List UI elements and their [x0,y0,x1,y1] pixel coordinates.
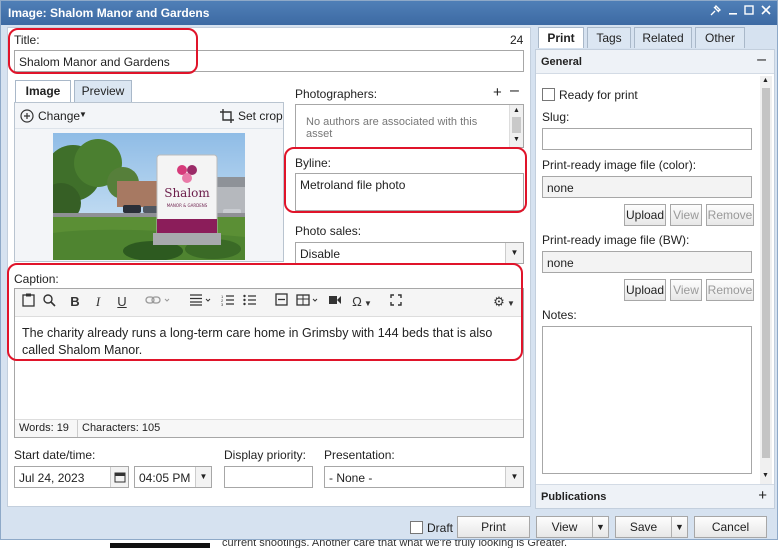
view-button[interactable]: View ▼ [536,516,609,538]
general-header-text: General [541,56,582,68]
word-count: Words: 19 [19,422,69,434]
presentation-label: Presentation: [324,448,395,462]
add-circle-icon[interactable] [20,109,34,125]
bw-file-value: none [547,256,574,270]
chevron-down-icon[interactable]: ▼ [195,467,211,487]
presentation-value: - None - [329,471,373,485]
photographers-label: Photographers: [295,87,378,101]
chevron-down-icon[interactable]: ▼ [671,517,687,537]
crop-icon[interactable] [220,109,234,126]
photographers-list[interactable]: No authors are associated with this asse… [295,104,524,148]
maximize-icon[interactable] [741,4,757,20]
right-panel: General – Ready for print Slug: Print-re… [535,49,775,509]
dialog-titlebar[interactable]: Image: Shalom Manor and Gardens [1,1,777,25]
remove-color-button[interactable]: Remove [706,204,754,226]
start-time-input[interactable]: 04:05 PM ▼ [134,466,212,488]
publications-header-text: Publications [541,491,607,503]
start-datetime-label: Start date/time: [14,448,96,462]
image-toolbar: Change ▼ Set crop [15,103,283,129]
tab-other[interactable]: Other [695,27,745,48]
dialog-title: Image: Shalom Manor and Gardens [8,6,210,20]
display-priority-input[interactable] [224,466,313,488]
tab-image[interactable]: Image [15,80,71,102]
char-count: Characters: 105 [82,422,161,434]
minimize-icon[interactable] [725,4,741,20]
ready-for-print-checkbox[interactable] [542,88,555,101]
tab-preview[interactable]: Preview [74,80,132,102]
save-button-label: Save [629,520,658,534]
background-bar [110,543,210,548]
chevron-down-icon[interactable]: ▼ [592,517,608,537]
expand-icon[interactable]: + [758,487,767,504]
dialog-footer: Draft Print View ▼ Save ▼ Cancel [1,509,777,541]
draft-label: Draft [427,521,454,535]
view-color-button[interactable]: View [670,204,702,226]
tab-print[interactable]: Print [538,27,584,48]
image-pane: Change ▼ Set crop Shalom MANOR & GARDENS [14,102,284,262]
slug-input[interactable] [542,128,752,150]
photographers-scrollbar[interactable]: ▲ ▼ [509,105,523,147]
set-crop-button[interactable]: Set crop [238,109,283,123]
caption-status-bar: Words: 19 Characters: 105 [15,419,523,437]
chevron-down-icon[interactable]: ▼ [505,467,523,487]
background-text: current shootings. Another care that wha… [222,540,568,548]
tab-related[interactable]: Related [634,27,692,48]
presentation-select[interactable]: - None - ▼ [324,466,524,488]
start-time-value: 04:05 PM [139,471,191,485]
photo-thumbnail[interactable]: Shalom MANOR & GARDENS [53,133,245,260]
photo-sales-select[interactable]: Disable ▼ [295,242,524,264]
save-button[interactable]: Save ▼ [615,516,688,538]
start-date-input[interactable]: Jul 24, 2023 [14,466,129,488]
annotation-caption [7,263,523,361]
pin-icon[interactable] [707,4,723,20]
chevron-down-icon[interactable]: ▼ [79,110,87,119]
add-photographer-icon[interactable]: + [493,84,502,101]
remove-photographer-icon[interactable]: – [510,82,519,100]
photo-sales-label: Photo sales: [295,224,362,238]
background-page: current shootings. Another care that wha… [0,540,778,548]
upload-color-button[interactable]: Upload [624,204,666,226]
image-dialog: Image: Shalom Manor and Gardens Title: 2… [0,0,778,540]
remove-bw-button[interactable]: Remove [706,279,754,301]
svg-text:MANOR & GARDENS: MANOR & GARDENS [167,203,208,208]
svg-text:Shalom: Shalom [164,186,210,200]
photographers-empty-text: No authors are associated with this asse… [306,116,478,140]
display-priority-label: Display priority: [224,448,307,462]
bw-file-label: Print-ready image file (BW): [542,233,690,247]
color-file-value: none [547,181,574,195]
upload-bw-button[interactable]: Upload [624,279,666,301]
collapse-icon[interactable]: – [757,51,766,69]
tab-tags[interactable]: Tags [587,27,631,48]
bw-file-input: none [542,251,752,273]
publications-section-header[interactable]: Publications + [536,484,774,508]
annotation-title [8,28,198,74]
right-panel-scrollbar[interactable]: ▲ ▼ [760,76,772,484]
start-date-value: Jul 24, 2023 [19,471,85,485]
notes-label: Notes: [542,308,577,322]
draft-checkbox[interactable] [410,521,423,534]
view-bw-button[interactable]: View [670,279,702,301]
cancel-button[interactable]: Cancel [694,516,767,538]
notes-textarea[interactable] [542,326,752,474]
title-char-counter: 24 [510,33,524,47]
change-button[interactable]: Change [38,109,80,123]
calendar-icon[interactable] [110,467,128,487]
close-icon[interactable] [758,4,774,20]
color-file-input: none [542,176,752,198]
chevron-down-icon[interactable]: ▼ [505,243,523,263]
print-button[interactable]: Print [457,516,530,538]
slug-label: Slug: [542,110,570,124]
ready-for-print-label: Ready for print [559,88,638,102]
view-button-label: View [551,520,578,534]
color-file-label: Print-ready image file (color): [542,158,697,172]
annotation-byline [284,147,527,213]
general-section-header[interactable]: General – [536,50,774,74]
photo-sales-value: Disable [300,247,341,261]
